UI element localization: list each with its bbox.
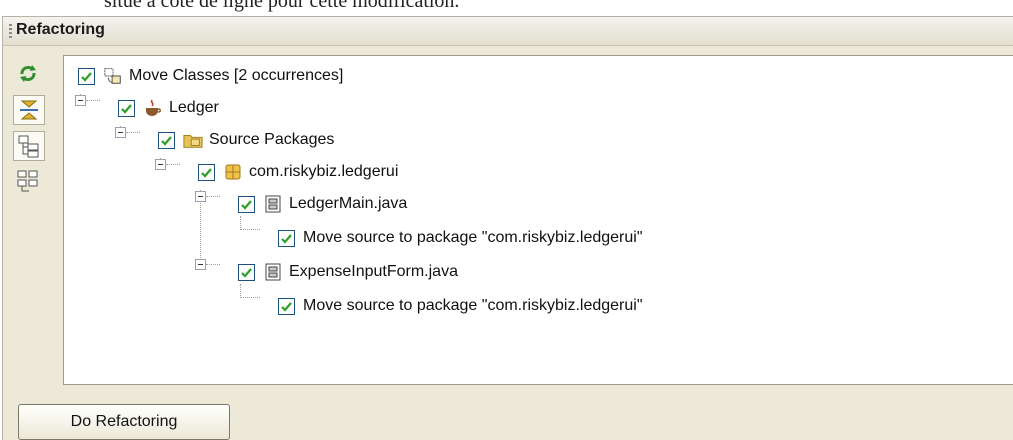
collapse-toggle-source-packages[interactable]	[115, 127, 126, 138]
tree-connector	[166, 164, 180, 165]
expand-collapse-button[interactable]	[13, 95, 45, 125]
refresh-button[interactable]	[13, 59, 45, 89]
collapse-toggle-ledgermain[interactable]	[195, 191, 206, 202]
checkbox-package[interactable]	[198, 163, 215, 181]
check-icon	[161, 135, 172, 146]
collapse-toggle-expenseinputform[interactable]	[195, 259, 206, 270]
check-icon	[241, 199, 252, 210]
refresh-icon	[20, 65, 36, 82]
tree-node-source-packages[interactable]: Source Packages	[158, 128, 334, 152]
refactoring-panel: Refactoring Move Classes [2 occurrences]…	[2, 16, 1013, 440]
panel-title: Refactoring	[16, 21, 105, 38]
tree-connector	[206, 264, 220, 265]
check-icon	[121, 103, 132, 114]
java-form-icon	[263, 194, 283, 214]
checkbox-source-packages[interactable]	[158, 131, 175, 149]
refactoring-tree: Move Classes [2 occurrences] Ledger Sour…	[63, 55, 1013, 385]
java-project-icon	[143, 98, 163, 118]
drag-grip[interactable]	[9, 24, 12, 38]
panel-titlebar: Refactoring	[3, 17, 1013, 46]
collapse-expand-icon	[20, 100, 38, 120]
logical-view-icon	[18, 135, 39, 158]
tree-connector	[86, 100, 100, 101]
checkbox-ledger[interactable]	[118, 99, 135, 117]
tree-node-ledger-project[interactable]: Ledger	[118, 96, 219, 120]
file-view-button[interactable]	[13, 167, 45, 197]
tree-node-expenseinputform-change[interactable]: Move source to package "com.riskybiz.led…	[278, 294, 643, 318]
tree-connector	[240, 297, 260, 298]
node-label: Ledger	[169, 99, 219, 116]
checkbox-ledgermain[interactable]	[238, 195, 255, 213]
collapse-toggle-package[interactable]	[155, 159, 166, 170]
file-view-icon	[17, 170, 38, 192]
tree-node-ledgermain-change[interactable]: Move source to package "com.riskybiz.led…	[278, 226, 643, 250]
check-icon	[241, 267, 252, 278]
node-label: LedgerMain.java	[289, 195, 408, 212]
checkbox-ledgermain-change[interactable]	[278, 229, 295, 247]
node-label: Move source to package "com.riskybiz.led…	[303, 297, 643, 314]
move-classes-icon	[103, 66, 123, 86]
tree-node-package[interactable]: com.riskybiz.ledgerui	[198, 160, 398, 184]
tree-node-ledgermain[interactable]: LedgerMain.java	[238, 192, 407, 216]
checkbox-expenseinputform[interactable]	[238, 263, 255, 281]
node-label: Source Packages	[209, 131, 335, 148]
checkbox-expenseinputform-change[interactable]	[278, 297, 295, 315]
checkbox-move-classes[interactable]	[78, 67, 95, 85]
check-icon	[281, 233, 292, 244]
check-icon	[201, 167, 212, 178]
node-label: com.riskybiz.ledgerui	[249, 163, 399, 180]
node-label: ExpenseInputForm.java	[289, 263, 458, 280]
tree-node-expenseinputform[interactable]: ExpenseInputForm.java	[238, 260, 458, 284]
package-icon	[223, 162, 243, 182]
tree-node-move-classes[interactable]: Move Classes [2 occurrences]	[78, 64, 343, 88]
check-icon	[281, 301, 292, 312]
node-label: Move Classes [2 occurrences]	[129, 67, 344, 84]
tree-connector	[240, 216, 241, 230]
node-label: Move source to package "com.riskybiz.led…	[303, 229, 643, 246]
logical-view-button[interactable]	[13, 131, 45, 161]
do-refactoring-button[interactable]: Do Refactoring	[18, 404, 230, 440]
java-form-icon	[263, 262, 283, 282]
page-text-fragment: situé à côté de ligne pour cette modific…	[104, 0, 460, 12]
tree-connector	[206, 196, 220, 197]
tree-connector	[240, 229, 260, 230]
tree-connector	[240, 284, 241, 298]
check-icon	[81, 71, 92, 82]
collapse-toggle-ledger[interactable]	[75, 95, 86, 106]
tree-connector	[126, 132, 140, 133]
source-folder-icon	[183, 130, 203, 150]
